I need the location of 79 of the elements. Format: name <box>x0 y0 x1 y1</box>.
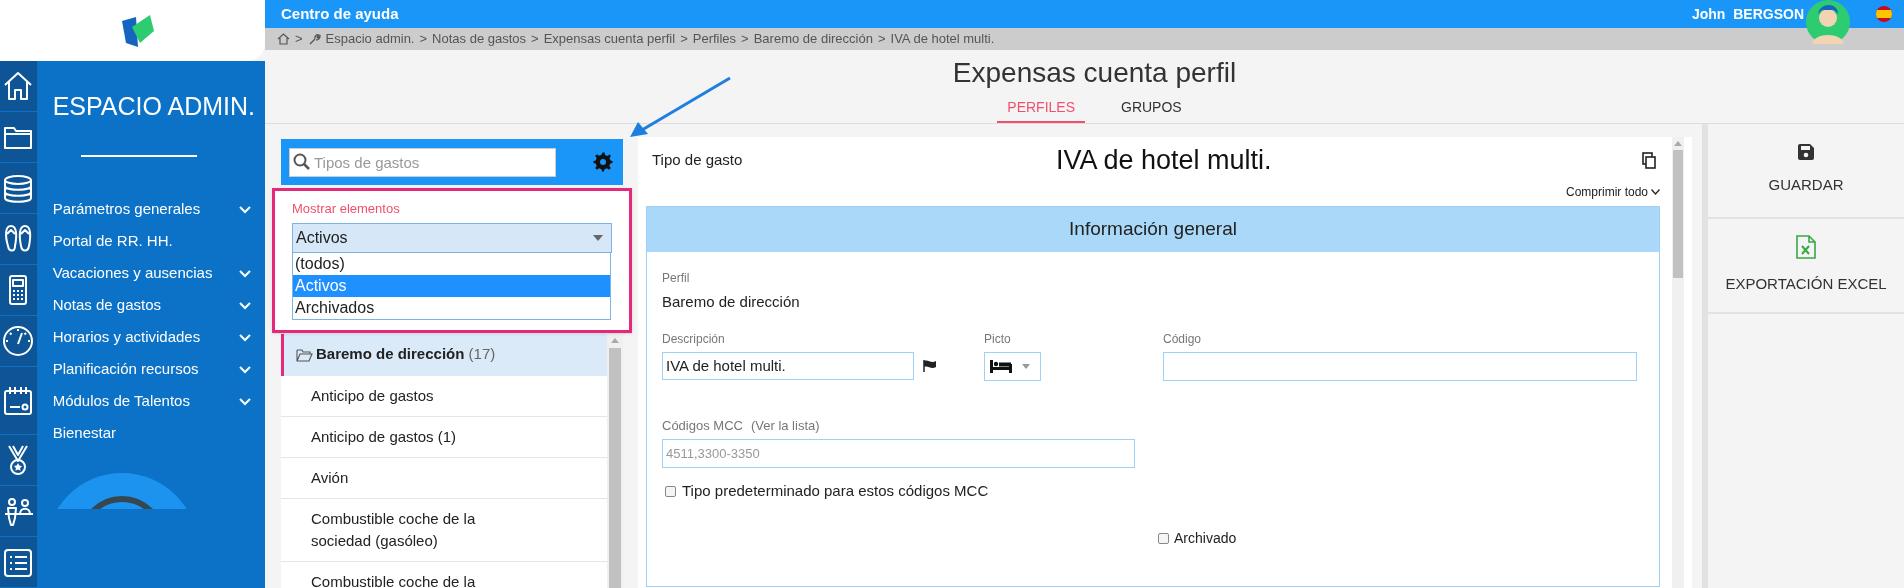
settings-icon[interactable] <box>593 152 613 172</box>
breadcrumb-link[interactable]: IVA de hotel multi. <box>890 29 995 49</box>
description-label: Descripción <box>662 330 726 348</box>
profile-value: Baremo de dirección <box>662 292 801 312</box>
chevron-down-icon[interactable] <box>239 333 251 342</box>
sidebar-menu-item[interactable]: Horarios y actividades <box>52 326 201 349</box>
folder-icon <box>296 347 313 362</box>
chevron-down-icon[interactable] <box>239 301 251 310</box>
detail-title: IVA de hotel multi. <box>1056 143 1272 177</box>
profile-label: Perfil <box>662 270 691 287</box>
chevron-down-icon <box>1651 189 1660 195</box>
breadcrumb-link[interactable]: Notas de gastos <box>432 29 527 49</box>
filter-label: Mostrar elementos <box>292 200 401 218</box>
group-label: Baremo de dirección (17) <box>316 344 496 365</box>
chevron-down-icon[interactable] <box>239 205 251 214</box>
chevron-down-icon[interactable] <box>239 397 251 406</box>
user-name[interactable]: John BERGSON <box>1692 3 1804 25</box>
section-header[interactable]: Información general <box>647 207 1659 252</box>
tab[interactable]: GRUPOS <box>1111 97 1192 123</box>
breadcrumb-separator: > <box>741 30 749 49</box>
bed-icon <box>990 359 1012 373</box>
filter-dropdown[interactable]: Activos <box>292 222 612 253</box>
search-icon <box>293 152 311 171</box>
help-center-title[interactable]: Centro de ayuda <box>281 2 399 26</box>
breadcrumb-link[interactable]: Expensas cuenta perfil <box>543 29 676 49</box>
chevron-down-icon[interactable] <box>239 269 251 278</box>
breadcrumb-separator: > <box>295 30 303 49</box>
collapse-all-link[interactable]: Comprimir todo <box>1565 183 1648 201</box>
breadcrumb-separator: > <box>877 30 886 49</box>
profile-group-row[interactable]: Baremo de dirección (17) <box>281 333 607 376</box>
spreadsheet-file-icon <box>1796 235 1816 260</box>
home-icon[interactable] <box>277 33 290 45</box>
sidebar-menu-item[interactable]: Vacaciones y ausencias <box>52 262 213 285</box>
scrollbar[interactable] <box>607 333 623 588</box>
checkbox[interactable] <box>1158 532 1169 544</box>
sidebar-menu-item[interactable]: Portal de RR. HH. <box>52 230 173 253</box>
sidebar-menu-item[interactable]: Parámetros generales <box>52 198 201 221</box>
caret-icon <box>1022 363 1030 369</box>
dropdown-option[interactable]: Activos <box>293 274 610 297</box>
flag-icon[interactable] <box>923 359 937 372</box>
chevron-down-icon[interactable] <box>239 365 251 374</box>
save-button[interactable]: GUARDAR <box>1708 124 1904 219</box>
copy-icon[interactable] <box>1642 151 1656 169</box>
caret-icon <box>593 234 603 241</box>
page-title: Expensas cuenta perfil <box>952 56 1237 90</box>
save-icon <box>1798 144 1814 161</box>
sidebar-menu-item[interactable]: Módulos de Talentos <box>52 390 190 413</box>
breadcrumb-separator: > <box>419 30 428 49</box>
wrench-icon <box>307 32 321 46</box>
breadcrumb-link[interactable]: Baremo de dirección <box>753 29 873 49</box>
sidebar-menu-item[interactable]: Bienestar <box>52 422 116 445</box>
breadcrumb-link[interactable]: Perfiles <box>692 29 737 49</box>
breadcrumb-separator: > <box>531 30 539 49</box>
code-field[interactable] <box>1163 351 1637 381</box>
gauge-icon[interactable] <box>1 324 36 358</box>
default-type-label[interactable]: Tipo predeterminado para estos códigos MCC <box>682 480 989 503</box>
view-list-link[interactable]: (Ver la lista) <box>750 415 820 435</box>
user-avatar[interactable] <box>1804 0 1852 45</box>
breadcrumb-separator: > <box>680 30 688 49</box>
tab[interactable]: PERFILES <box>997 97 1085 123</box>
scroll-thumb[interactable] <box>609 347 621 588</box>
breadcrumb-link[interactable]: Espacio admin. <box>325 29 415 49</box>
scroll-thumb[interactable] <box>1673 150 1683 278</box>
mcc-codes-field[interactable]: 4511,3300-3350 <box>662 439 1135 468</box>
scrollbar[interactable] <box>1672 137 1684 588</box>
checkbox[interactable] <box>665 485 676 497</box>
mcc-codes-label: Códigos MCC <box>662 416 743 435</box>
spain-flag-icon[interactable] <box>1876 6 1892 22</box>
sidebar-menu-item[interactable]: Notas de gastos <box>52 294 162 317</box>
description-field[interactable]: IVA de hotel multi. <box>662 351 914 380</box>
sidebar-menu-item[interactable]: Planificación recursos <box>52 358 199 381</box>
export-excel-button[interactable]: EXPORTACIÓN EXCEL <box>1708 219 1904 314</box>
archived-label[interactable]: Archivado <box>1174 527 1237 549</box>
picto-label: Picto <box>984 330 1012 348</box>
sidebar-title: ESPACIO ADMIN. <box>52 91 255 122</box>
search-field[interactable]: Tipos de gastos <box>289 147 556 177</box>
picto-dropdown[interactable] <box>984 351 1041 381</box>
expense-type-label: Tipo de gasto <box>652 149 743 170</box>
code-label: Código <box>1163 330 1203 348</box>
